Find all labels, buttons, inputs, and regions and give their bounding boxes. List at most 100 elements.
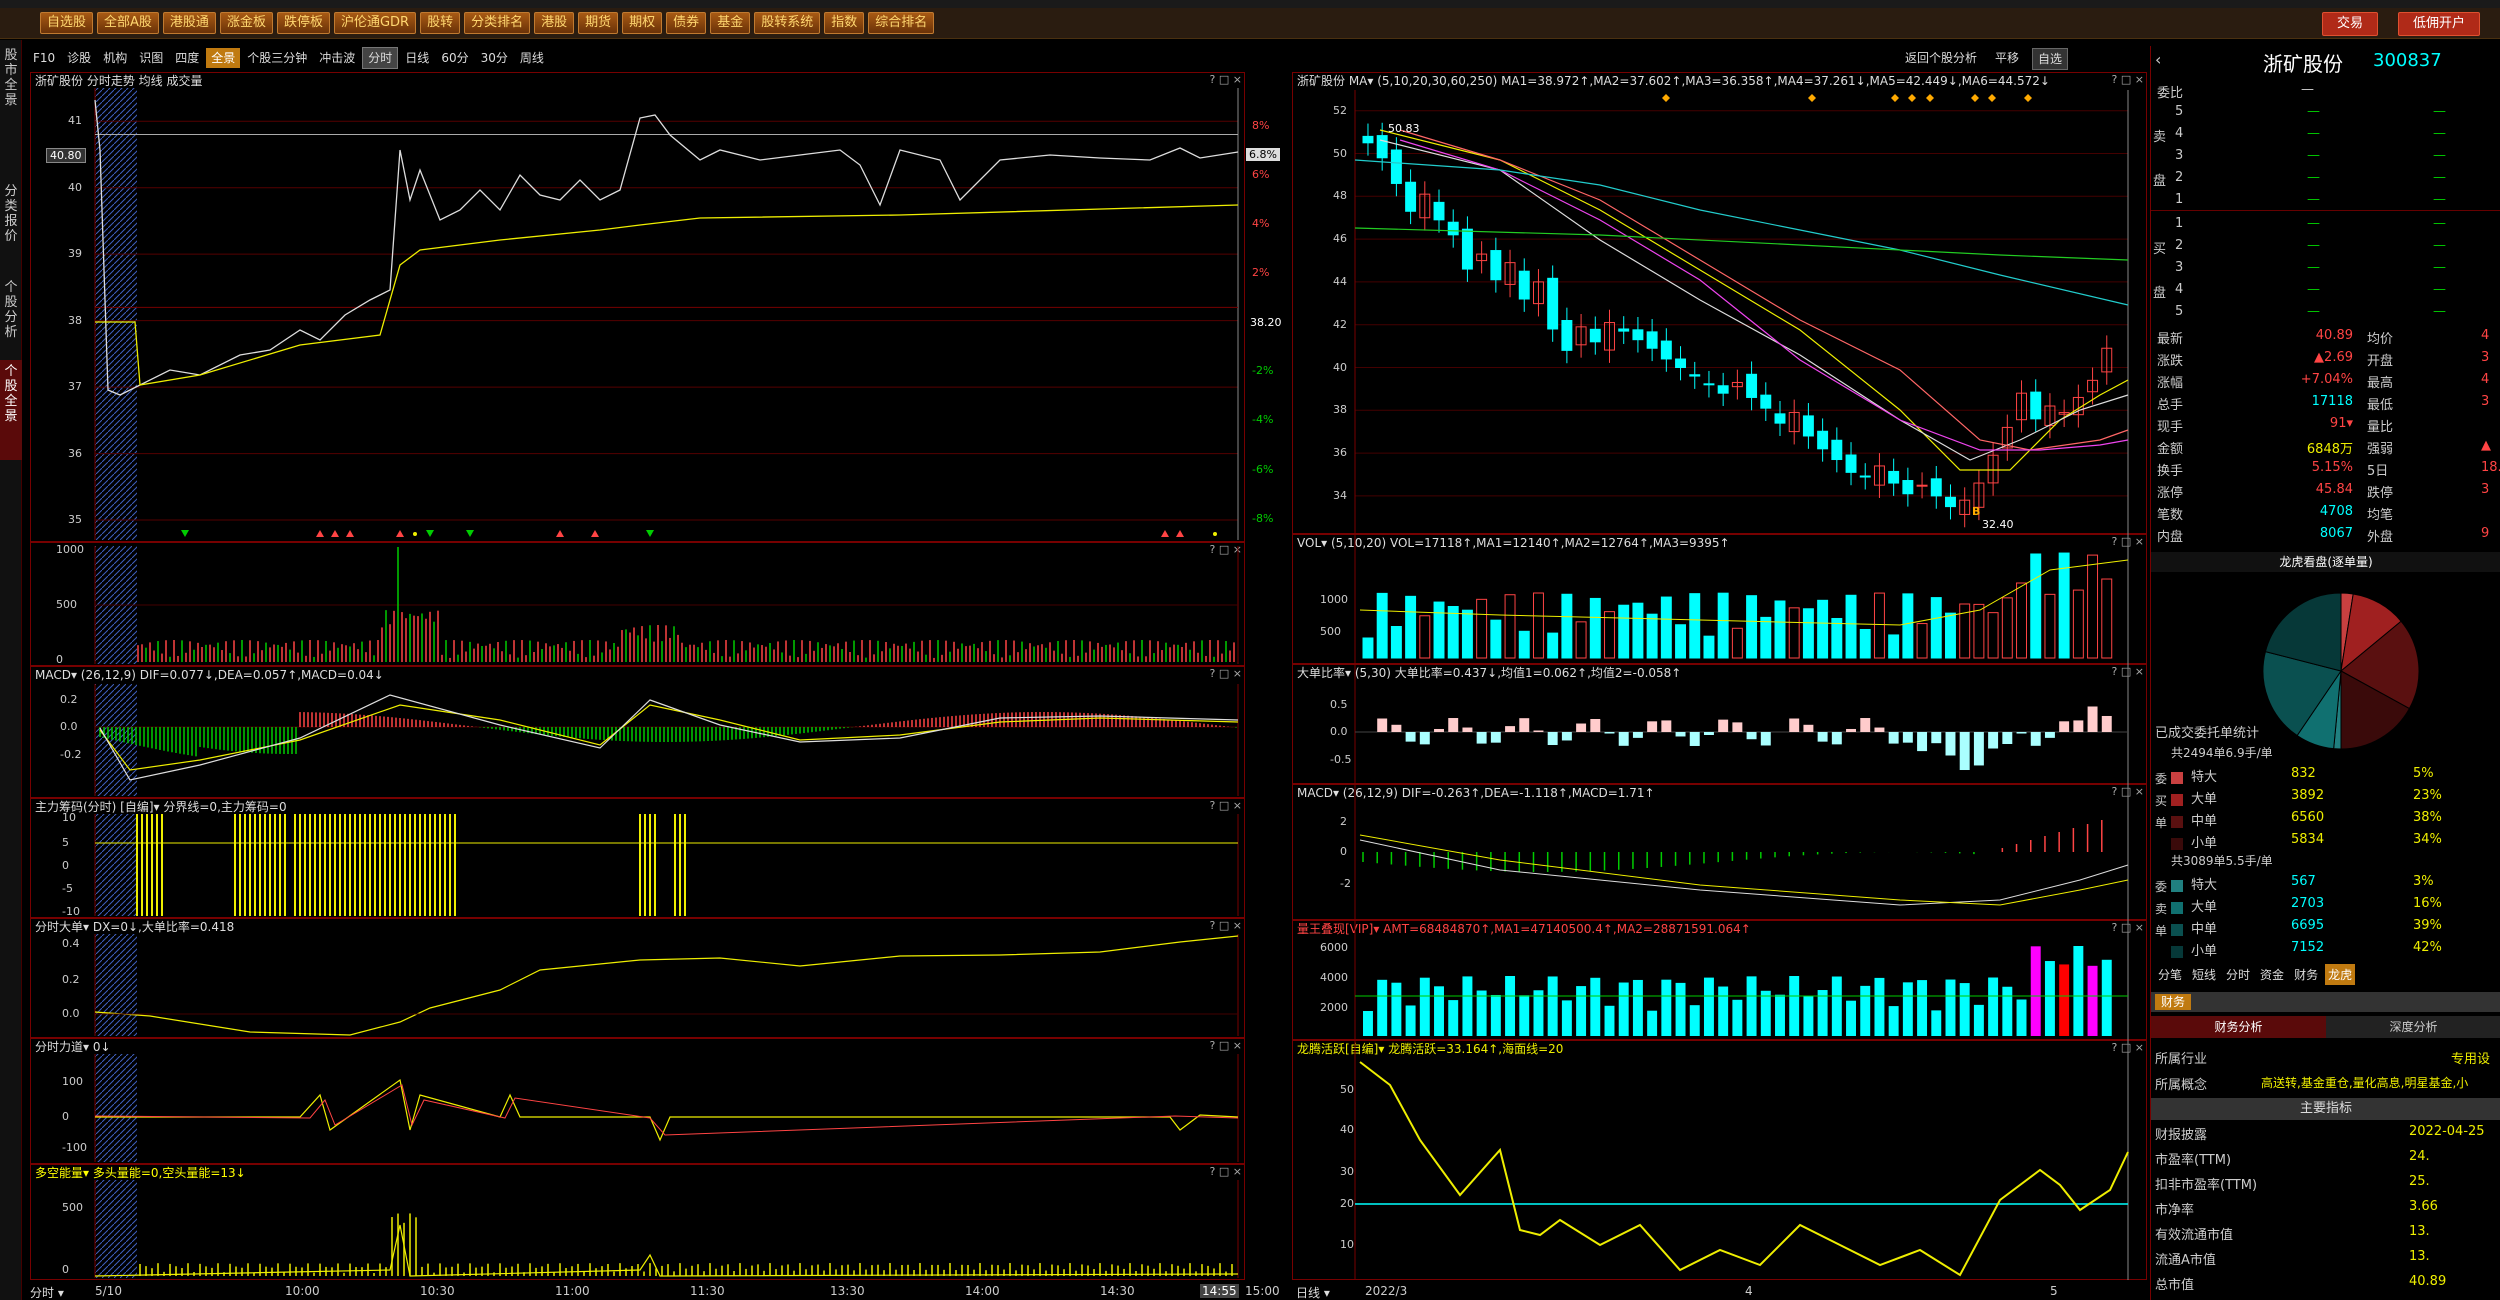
- intraday-volume-panel-controls[interactable]: ? □ ×: [1210, 543, 1242, 556]
- force-panel-controls[interactable]: ? □ ×: [1210, 1039, 1242, 1052]
- menu-item-14[interactable]: 指数: [824, 12, 865, 34]
- side-tab-4[interactable]: 财务: [2291, 964, 2321, 985]
- menu-item-10[interactable]: 期权: [622, 12, 663, 34]
- finance-subtab-1[interactable]: 深度分析: [2326, 1016, 2500, 1038]
- side-tab-0[interactable]: 分笔: [2155, 964, 2185, 985]
- sell_stats-kind-2: 中单: [2191, 922, 2218, 937]
- menu-item-15[interactable]: 综合排名: [868, 12, 935, 34]
- chart-toolbar: F10 诊股 机构 识图 四度 全景 个股三分钟 冲击波 分时 日线 60分 30分 周线: [22, 46, 1342, 70]
- menu-item-3[interactable]: 涨金板: [219, 12, 273, 34]
- buy-level-price-3: —: [2307, 282, 2320, 297]
- toolbar-item-2[interactable]: 机构: [98, 48, 132, 68]
- side-tab-2[interactable]: 分时: [2223, 964, 2253, 985]
- finance-value-5: 13.: [2409, 1249, 2430, 1264]
- daily-vol-tick-1: 500: [1320, 625, 1341, 638]
- menu-item-7[interactable]: 分类排名: [464, 12, 531, 34]
- toolbar-right-item-0[interactable]: 返回个股分析: [1900, 48, 1982, 70]
- daily-vip-panel-controls[interactable]: ? □ ×: [2112, 921, 2144, 934]
- daily-volume-panel-controls[interactable]: ? □ ×: [2112, 535, 2144, 548]
- open-account-button[interactable]: 低佣开户: [2398, 12, 2481, 36]
- main-chip-panel-controls[interactable]: ? □ ×: [1210, 799, 1242, 812]
- finance-value-6: 40.89: [2409, 1274, 2447, 1289]
- menu-item-12[interactable]: 基金: [710, 12, 751, 34]
- menu-item-4[interactable]: 跌停板: [276, 12, 330, 34]
- daily-kline-panel-controls[interactable]: ? □ ×: [2112, 73, 2144, 86]
- sell_stats-pct-2: 39%: [2413, 918, 2442, 933]
- multi-energy-panel-controls[interactable]: ? □ ×: [1210, 1165, 1242, 1178]
- big-order-panel-controls[interactable]: ? □ ×: [1210, 919, 1242, 932]
- intraday-macd-panel-controls[interactable]: ? □ ×: [1210, 667, 1242, 680]
- order-book-title: 委比: [2157, 86, 2184, 101]
- stock-code: 300837: [2373, 50, 2442, 71]
- finance-subtab-0[interactable]: 财务分析: [2151, 1016, 2326, 1038]
- left-tab-0[interactable]: 股 市 全 景: [0, 44, 22, 134]
- toolbar-item-5[interactable]: 全景: [206, 48, 241, 68]
- vip-tick-1: 4000: [1320, 971, 1348, 984]
- sell-level-vol-0: —: [2433, 104, 2446, 119]
- daily-dragon-panel-controls[interactable]: ? □ ×: [2112, 1041, 2144, 1054]
- daily-price-tick-0: 52: [1333, 103, 1347, 117]
- toolbar-item-1[interactable]: 诊股: [62, 48, 96, 68]
- finance-label-6: 总市值: [2155, 1278, 2195, 1293]
- left-tab-3[interactable]: 个 股 全 景: [0, 360, 22, 460]
- toolbar-item-9[interactable]: 日线: [400, 48, 434, 68]
- left-tab-2[interactable]: 个 股 分 析: [0, 276, 22, 352]
- buy-level-1: 2: [2175, 238, 2184, 253]
- vip-tick-2: 2000: [1320, 1001, 1348, 1014]
- daily-big-ratio-panel-controls[interactable]: ? □ ×: [2112, 665, 2144, 678]
- bigorder-tick-0: 0.4: [62, 937, 80, 950]
- back-icon[interactable]: ‹: [2155, 50, 2161, 69]
- sell-level-0: 5: [2175, 104, 2184, 119]
- menu-item-2[interactable]: 港股通: [162, 12, 216, 34]
- quote-label2-2: 最高: [2367, 376, 2394, 391]
- toolbar-item-7[interactable]: 冲击波: [314, 48, 360, 68]
- menu-item-11[interactable]: 债券: [666, 12, 707, 34]
- menu-item-5[interactable]: 沪伦通GDR: [333, 12, 417, 34]
- toolbar-right-item-2[interactable]: 自选: [2032, 48, 2069, 70]
- toolbar-item-8[interactable]: 分时: [362, 47, 399, 69]
- buy_stats-pct-2: 38%: [2413, 810, 2442, 825]
- order-book-dash: —: [2301, 82, 2314, 97]
- quote-value2-6: 18.: [2481, 460, 2500, 475]
- toolbar-item-12[interactable]: 周线: [515, 48, 549, 68]
- quote-label-1: 涨跌: [2157, 354, 2184, 369]
- daily-period-select[interactable]: 日线 ▾: [1296, 1284, 1330, 1300]
- toolbar-item-6[interactable]: 个股三分钟: [242, 48, 312, 68]
- menu-item-0[interactable]: 自选股: [40, 12, 94, 34]
- toolbar-item-4[interactable]: 四度: [170, 48, 204, 68]
- left-tab-1[interactable]: 分 类 报 价: [0, 180, 22, 260]
- quote-value2-2: 4: [2481, 372, 2490, 387]
- toolbar-item-10[interactable]: 60分: [436, 48, 473, 68]
- menu-item-9[interactable]: 期货: [578, 12, 619, 34]
- toolbar-item-3[interactable]: 识图: [134, 48, 168, 68]
- pct-tick-5: -4%: [1252, 413, 1274, 426]
- toolbar-item-11[interactable]: 30分: [476, 48, 513, 68]
- side-tab-5[interactable]: 龙虎: [2325, 964, 2356, 985]
- daily-time-label-2: 5: [2050, 1284, 2058, 1298]
- daily-high-label: 50.83: [1388, 122, 1420, 135]
- finance-value-3: 3.66: [2409, 1199, 2438, 1214]
- toolbar-right-item-1[interactable]: 平移: [1990, 48, 2024, 70]
- buy_stats-kind-1: 大单: [2191, 792, 2218, 807]
- buy_stats-kind-2: 中单: [2191, 814, 2218, 829]
- side-tab-3[interactable]: 资金: [2257, 964, 2287, 985]
- menu-item-1[interactable]: 全部A股: [97, 12, 159, 34]
- buy-level-price-1: —: [2307, 238, 2320, 253]
- sell_stats-pct-0: 3%: [2413, 874, 2434, 889]
- left-tab-strip: 股 市 全 景分 类 报 价个 股 分 析个 股 全 景: [0, 40, 22, 1300]
- intraday-period-select[interactable]: 分时 ▾: [30, 1284, 64, 1300]
- side-tab-1[interactable]: 短线: [2189, 964, 2219, 985]
- trade-button[interactable]: 交易: [2322, 12, 2379, 36]
- pct-tick-6: -6%: [1252, 463, 1274, 476]
- daily-macd-panel-controls[interactable]: ? □ ×: [2112, 785, 2144, 798]
- menu-item-6[interactable]: 股转: [420, 12, 461, 34]
- buy_stats-count-2: 6560: [2291, 810, 2325, 825]
- toolbar-item-0[interactable]: F10: [28, 48, 60, 68]
- menu-item-13[interactable]: 股转系统: [754, 12, 821, 34]
- menu-item-8[interactable]: 港股: [534, 12, 575, 34]
- buy_stats-kind-3: 小单: [2191, 836, 2218, 851]
- legend-swatch: [2171, 902, 2183, 914]
- intraday-price-panel-controls[interactable]: ? □ ×: [1210, 73, 1242, 86]
- pct-tick-1: 6%: [1252, 168, 1270, 181]
- finance-tab[interactable]: 财务: [2155, 994, 2192, 1010]
